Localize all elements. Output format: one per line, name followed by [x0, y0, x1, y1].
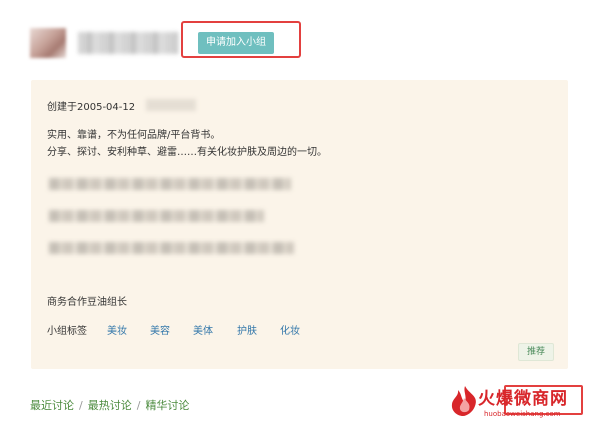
join-group-button[interactable]: 申请加入小组 [198, 32, 274, 54]
nav-separator: / [79, 399, 83, 412]
tab-hot-discussions[interactable]: 最热讨论 [88, 399, 132, 412]
watermark-url: huobaoweishang.com [484, 410, 561, 418]
blurred-text-line-2 [49, 210, 264, 222]
group-name-blurred [78, 32, 178, 54]
tag-cosmetics[interactable]: 化妆 [280, 322, 300, 337]
tag-skincare[interactable]: 护肤 [237, 322, 257, 337]
group-info-panel: 创建于2005-04-12 实用、靠谱，不为任何品牌/平台背书。 分享、探讨、安… [31, 80, 568, 369]
blurred-text-line-3 [49, 242, 294, 254]
nav-separator: / [136, 399, 141, 412]
created-extra-blurred [146, 99, 196, 111]
business-contact-text: 商务合作豆油组长 [47, 297, 127, 308]
blurred-text-line-1 [49, 178, 291, 190]
recommend-button[interactable]: 推荐 [518, 343, 554, 361]
tag-body[interactable]: 美体 [193, 322, 213, 337]
description-line-1: 实用、靠谱，不为任何品牌/平台背书。 [47, 130, 221, 141]
discussion-nav: 最近讨论 / 最热讨论 / 精华讨论 [30, 397, 189, 413]
tag-makeup[interactable]: 美妆 [107, 322, 127, 337]
tags-label: 小组标签 [47, 326, 87, 337]
created-date: 创建于2005-04-12 [47, 102, 136, 113]
tab-latest-discussions[interactable]: 最近讨论 [30, 399, 74, 412]
tab-featured-discussions[interactable]: 精华讨论 [145, 399, 189, 412]
tag-beauty[interactable]: 美容 [150, 322, 170, 337]
watermark-brand: 火爆微商网 [478, 389, 568, 409]
group-avatar[interactable] [30, 28, 66, 58]
description-line-2: 分享、探讨、安利种草、避雷……有关化妆护肤及周边的一切。 [47, 147, 327, 158]
